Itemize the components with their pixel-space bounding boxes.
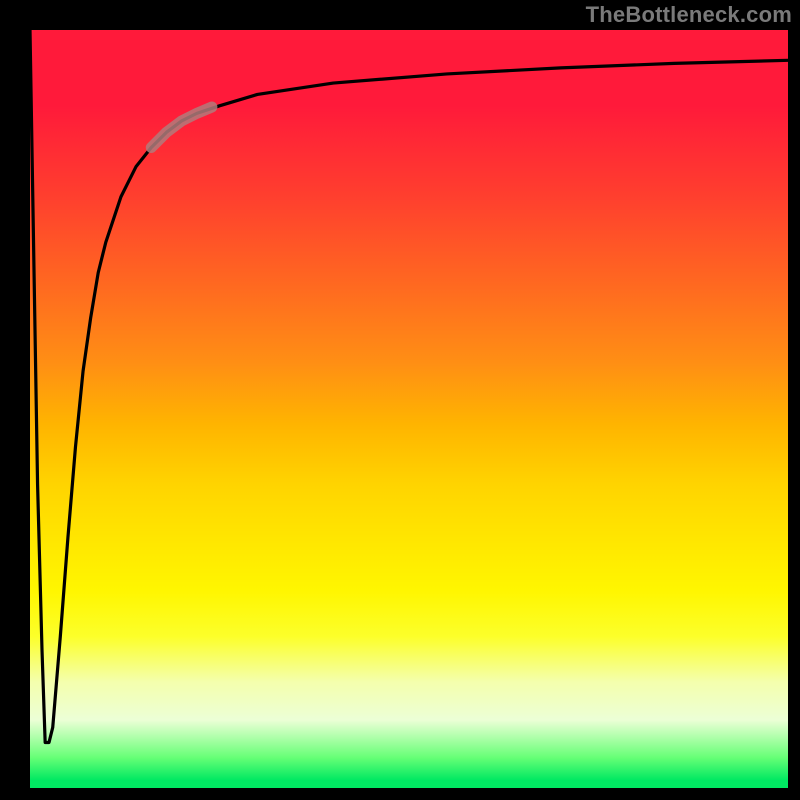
chart-stage: TheBottleneck.com — [0, 0, 800, 800]
curve-path — [30, 30, 788, 743]
plot-area — [30, 30, 788, 788]
attribution-watermark: TheBottleneck.com — [586, 2, 792, 28]
bottleneck-curve — [30, 30, 788, 788]
curve-highlight — [151, 107, 212, 147]
